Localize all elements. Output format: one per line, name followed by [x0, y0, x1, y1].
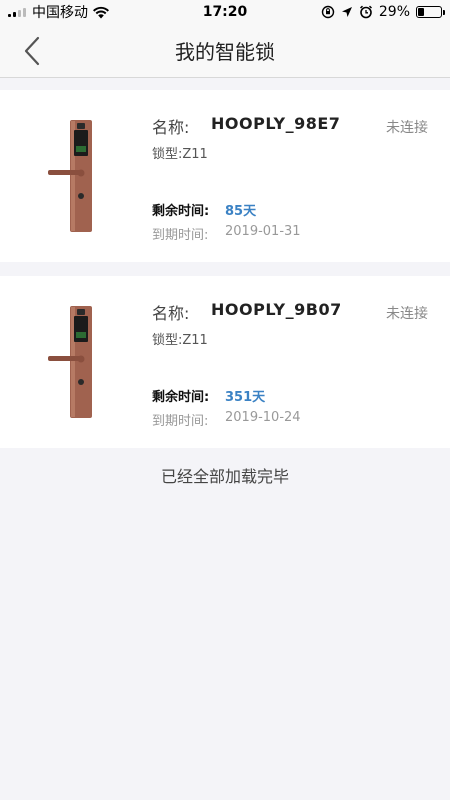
battery-percent: 29% [378, 4, 410, 20]
remaining-value: 351天 [225, 390, 266, 405]
remaining-label: 剩余时间: [152, 204, 210, 219]
door-lock-image [48, 120, 92, 232]
back-button[interactable] [18, 36, 48, 66]
all-loaded-text: 已经全部加载完毕 [160, 467, 289, 486]
name-label: 名称: [152, 118, 190, 137]
page-title: 我的智能锁 [175, 40, 275, 64]
status-left: 中国移动 [8, 2, 110, 22]
lock-model: 锁型:Z11 [152, 333, 208, 348]
connection-status: 未连接 [386, 306, 428, 322]
remaining-label: 剩余时间: [152, 390, 210, 405]
remaining-value: 85天 [225, 204, 257, 219]
status-bar: 中国移动 17:20 29% [0, 0, 450, 24]
lock-model: 锁型:Z11 [152, 147, 208, 162]
connection-status: 未连接 [386, 120, 428, 136]
lock-card[interactable]: 名称: HOOPLY_98E7 未连接 锁型:Z11 剩余时间: 85天 到期时… [0, 90, 450, 262]
alarm-icon [359, 5, 372, 19]
name-label: 名称: [152, 304, 190, 323]
location-icon [341, 7, 352, 17]
door-lock-image [48, 306, 92, 418]
carrier-name: 中国移动 [32, 5, 88, 21]
expiry-value: 2019-10-24 [225, 410, 301, 425]
status-right: 29% [321, 4, 445, 20]
lock-name: HOOPLY_98E7 [211, 114, 341, 133]
lock-card[interactable]: 名称: HOOPLY_9B07 未连接 锁型:Z11 剩余时间: 351天 到期… [0, 276, 450, 448]
signal-icon [8, 7, 26, 17]
wifi-icon [93, 6, 109, 18]
lock-list: 名称: HOOPLY_98E7 未连接 锁型:Z11 剩余时间: 85天 到期时… [0, 90, 450, 462]
expiry-label: 到期时间: [152, 228, 209, 243]
nav-bar: 我的智能锁 [0, 24, 450, 78]
rotation-lock-icon [321, 5, 335, 19]
battery-level [418, 8, 425, 16]
lock-name: HOOPLY_9B07 [211, 300, 342, 319]
expiry-label: 到期时间: [152, 414, 209, 429]
expiry-value: 2019-01-31 [225, 224, 301, 239]
battery-icon [416, 6, 445, 18]
